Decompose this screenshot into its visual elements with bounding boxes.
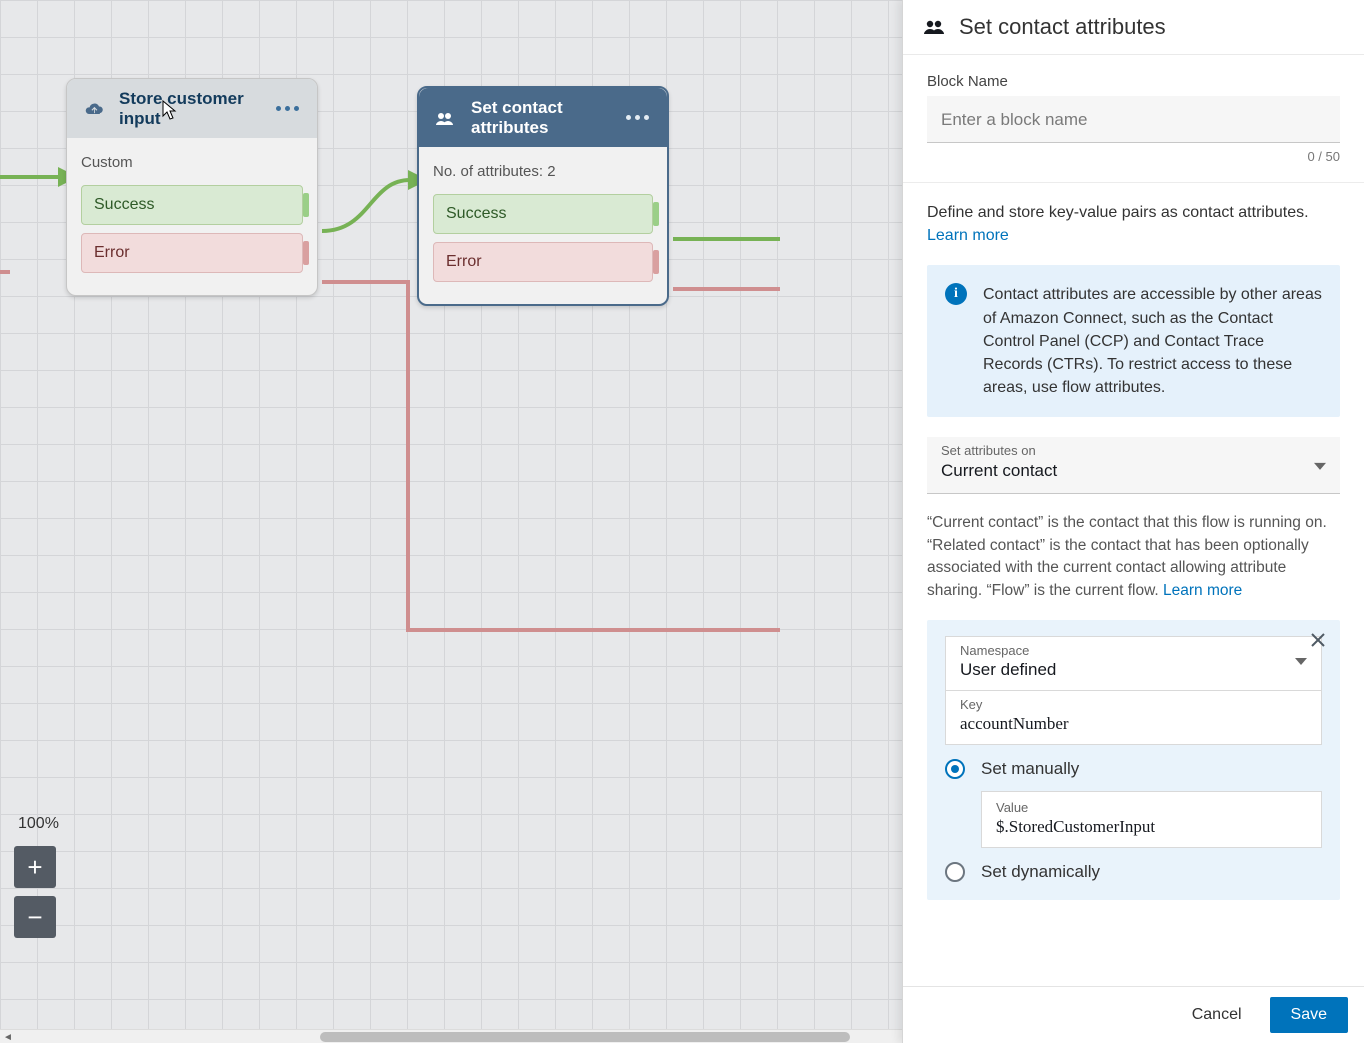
radio-label: Set dynamically — [981, 862, 1100, 882]
panel-title: Set contact attributes — [959, 14, 1166, 40]
radio-button[interactable] — [945, 862, 965, 882]
helper-text: “Current contact” is the contact that th… — [927, 512, 1340, 602]
radio-set-manually[interactable]: Set manually — [945, 759, 1322, 779]
set-attributes-on-select[interactable]: Set attributes on Current contact — [927, 437, 1340, 494]
block-name-input[interactable] — [927, 96, 1340, 143]
properties-panel: Set contact attributes Block Name 0 / 50… — [902, 0, 1364, 1043]
namespace-select[interactable]: Namespace User defined — [945, 636, 1322, 691]
learn-more-link[interactable]: Learn more — [927, 227, 1009, 244]
contact-card-icon — [923, 18, 947, 36]
radio-label: Set manually — [981, 759, 1079, 779]
chevron-down-icon — [1314, 463, 1326, 470]
namespace-value: User defined — [960, 660, 1056, 680]
panel-description: Define and store key-value pairs as cont… — [927, 201, 1340, 247]
description-text: Define and store key-value pairs as cont… — [927, 204, 1309, 221]
value-value: $.StoredCustomerInput — [996, 817, 1307, 837]
helper-body: “Current contact” is the contact that th… — [927, 514, 1327, 598]
panel-header: Set contact attributes — [903, 0, 1364, 55]
key-label: Key — [960, 697, 1307, 712]
block-name-counter: 0 / 50 — [927, 149, 1340, 164]
namespace-label: Namespace — [960, 643, 1056, 658]
remove-attribute-button[interactable] — [1308, 630, 1328, 650]
key-value: accountNumber — [960, 714, 1307, 734]
select-label: Set attributes on — [941, 443, 1036, 458]
panel-footer: Cancel Save — [903, 986, 1364, 1043]
value-label: Value — [996, 800, 1307, 815]
key-input[interactable]: Key accountNumber — [945, 691, 1322, 745]
value-input[interactable]: Value $.StoredCustomerInput — [981, 791, 1322, 848]
radio-set-dynamically[interactable]: Set dynamically — [945, 862, 1322, 882]
select-value: Current contact — [941, 461, 1326, 481]
cancel-button[interactable]: Cancel — [1172, 997, 1262, 1033]
attribute-card: Namespace User defined Key accountNumber… — [927, 620, 1340, 900]
learn-more-link-2[interactable]: Learn more — [1163, 582, 1242, 599]
info-text: Contact attributes are accessible by oth… — [983, 283, 1322, 399]
panel-body[interactable]: Block Name 0 / 50 Define and store key-v… — [903, 55, 1364, 986]
save-button[interactable]: Save — [1270, 997, 1348, 1033]
info-icon: i — [945, 283, 967, 305]
block-name-label: Block Name — [927, 73, 1340, 90]
chevron-down-icon — [1295, 658, 1307, 665]
radio-button[interactable] — [945, 759, 965, 779]
info-callout: i Contact attributes are accessible by o… — [927, 265, 1340, 417]
